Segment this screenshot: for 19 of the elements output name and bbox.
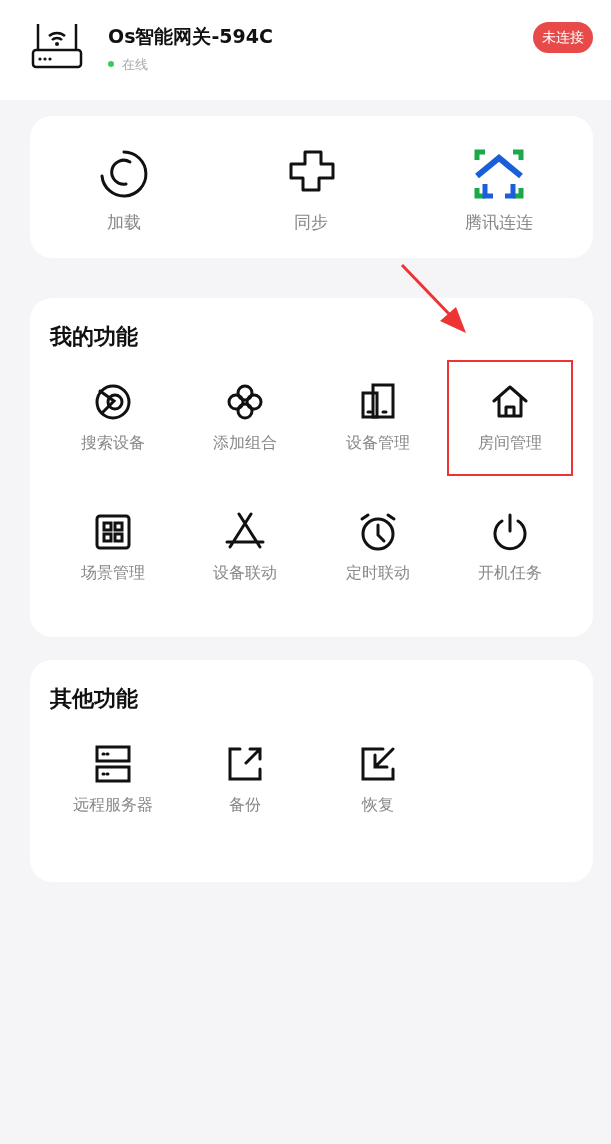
function-button[interactable]: 定时联动	[316, 491, 439, 604]
function-button[interactable]: 恢复	[316, 723, 439, 836]
section-title: 我的功能	[50, 322, 138, 351]
section-title: 其他功能	[50, 684, 138, 713]
function-button[interactable]: 场景管理	[52, 491, 175, 604]
function-button[interactable]: 设备管理	[316, 361, 439, 474]
function-button[interactable]: 房间管理	[448, 361, 571, 474]
status-text: 在线	[122, 55, 148, 74]
function-button[interactable]: 远程服务器	[52, 723, 175, 836]
function-button[interactable]: 添加组合	[184, 361, 307, 474]
connection-button[interactable]: 未连接	[533, 22, 593, 53]
function-button[interactable]: 设备联动	[184, 491, 307, 604]
function-button[interactable]: 备份	[184, 723, 307, 836]
function-button[interactable]: 同步	[217, 138, 406, 244]
function-button[interactable]: 搜索设备	[52, 361, 175, 474]
gateway-name: Os智能网关-594C	[108, 24, 274, 49]
function-button[interactable]: 开机任务	[448, 491, 571, 604]
function-button[interactable]: 加载	[30, 138, 218, 244]
function-button[interactable]: 腾讯连连	[405, 138, 593, 244]
